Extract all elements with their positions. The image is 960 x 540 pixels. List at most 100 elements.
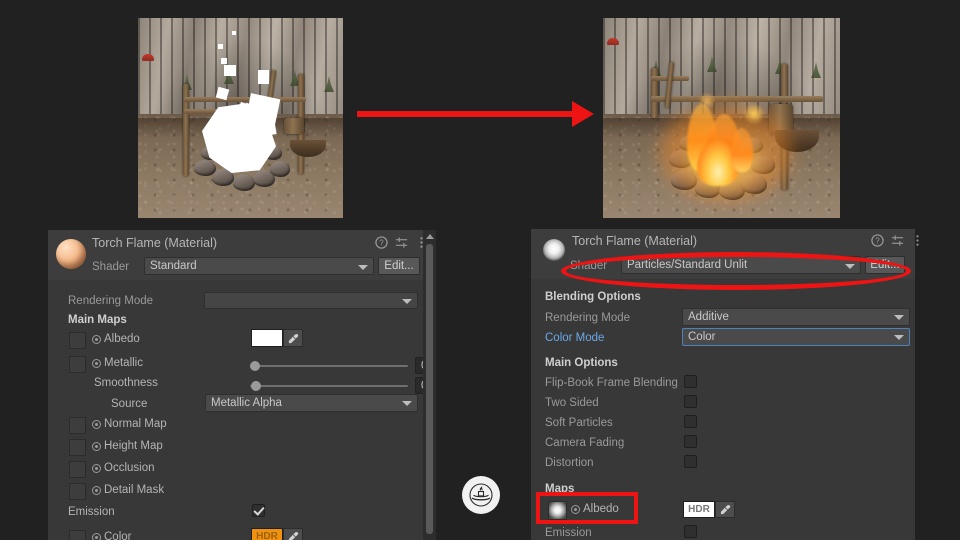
color-mode-value: Color	[688, 331, 716, 343]
after-screenshot	[603, 18, 840, 218]
flame-spark	[743, 104, 765, 124]
red-arrow-line	[357, 111, 575, 117]
wood-prop	[284, 118, 304, 134]
chevron-down-icon	[402, 401, 412, 406]
svg-text:?: ?	[379, 239, 384, 248]
chevron-down-icon	[402, 299, 412, 304]
color-mode-label: Color Mode	[545, 332, 605, 344]
campfire-bowl-icon	[469, 483, 493, 507]
left-shader-value: Standard	[150, 260, 197, 272]
metallic-radio-icon[interactable]	[92, 359, 101, 368]
smoothness-slider-knob[interactable]	[251, 381, 261, 391]
eyedropper-icon	[288, 333, 298, 343]
albedo-color-swatch[interactable]	[251, 329, 283, 347]
detail-mask-label: Detail Mask	[104, 484, 165, 496]
height-map-label: Height Map	[104, 440, 163, 452]
occlusion-label: Occlusion	[104, 462, 155, 474]
camera-fading-checkbox[interactable]	[684, 435, 697, 448]
emission-checkbox[interactable]	[252, 504, 265, 517]
flip-book-frame-blending-checkbox[interactable]	[684, 375, 697, 388]
soft-particles-checkbox[interactable]	[684, 415, 697, 428]
chevron-down-icon	[358, 265, 368, 270]
two-sided-checkbox[interactable]	[684, 395, 697, 408]
normal-map-radio-icon[interactable]	[92, 420, 101, 429]
scroll-up-arrow-icon[interactable]	[426, 234, 434, 239]
right-albedo-hdr-swatch[interactable]: HDR	[683, 501, 715, 518]
more-menu-icon[interactable]	[911, 234, 924, 247]
emission-color-label: Color	[104, 531, 132, 540]
emission-eyedropper-button[interactable]	[283, 528, 303, 540]
height-map-texture-slot[interactable]	[69, 439, 86, 456]
soft-particles-label: Soft Particles	[545, 417, 613, 429]
eyedropper-icon	[288, 532, 298, 540]
distortion-label: Distortion	[545, 457, 594, 469]
chevron-down-icon	[894, 335, 904, 340]
two-sided-label: Two Sided	[545, 397, 599, 409]
normal-map-texture-slot[interactable]	[69, 417, 86, 434]
emission-color-texture-slot[interactable]	[69, 530, 86, 540]
right-panel-header-icons: ?	[871, 234, 924, 247]
emission-color-radio-icon[interactable]	[92, 533, 101, 540]
right-emission-label: Emission	[545, 527, 592, 539]
distortion-checkbox[interactable]	[684, 455, 697, 468]
right-material-title: Torch Flame (Material)	[572, 234, 698, 248]
campfire-badge	[462, 476, 500, 514]
help-icon[interactable]: ?	[871, 234, 884, 247]
emission-label: Emission	[68, 506, 115, 518]
wood-rail	[651, 96, 823, 102]
help-icon[interactable]: ?	[375, 236, 388, 249]
camera-fading-label: Camera Fading	[545, 437, 625, 449]
rendering-mode-label: Rendering Mode	[68, 295, 154, 307]
height-map-radio-icon[interactable]	[92, 442, 101, 451]
main-options-header: Main Options	[545, 357, 618, 369]
left-shader-label: Shader	[92, 261, 130, 273]
right-albedo-eyedropper-button[interactable]	[715, 501, 735, 518]
main-maps-header: Main Maps	[68, 314, 127, 326]
white-particle-quad	[254, 127, 264, 135]
right-rendering-mode-dropdown[interactable]: Additive	[682, 308, 910, 326]
white-particle-quad	[224, 65, 236, 76]
albedo-radio-icon[interactable]	[92, 335, 101, 344]
metallic-label: Metallic	[104, 357, 143, 369]
right-rendering-mode-label: Rendering Mode	[545, 312, 631, 324]
occlusion-radio-icon[interactable]	[92, 464, 101, 473]
material-sphere-preview	[56, 239, 86, 269]
emission-hdr-swatch[interactable]: HDR	[251, 528, 283, 540]
eyedropper-icon	[720, 505, 730, 515]
left-edit-button[interactable]: Edit...	[378, 257, 420, 275]
shader-row-highlight	[561, 252, 911, 290]
albedo-label: Albedo	[104, 333, 140, 345]
metallic-texture-slot[interactable]	[69, 356, 86, 373]
albedo-eyedropper-button[interactable]	[283, 329, 303, 347]
wood-rail	[184, 97, 306, 102]
white-particle-quad	[232, 31, 236, 35]
preset-icon[interactable]	[891, 234, 904, 247]
color-mode-dropdown[interactable]: Color	[682, 328, 910, 346]
metallic-slider-track[interactable]	[250, 365, 408, 367]
source-label: Source	[111, 398, 148, 410]
left-panel-header-icons: ?	[375, 236, 428, 249]
detail-mask-radio-icon[interactable]	[92, 486, 101, 495]
left-shader-dropdown[interactable]: Standard	[144, 257, 374, 275]
source-dropdown[interactable]: Metallic Alpha	[205, 394, 418, 412]
rendering-mode-dropdown[interactable]	[204, 292, 418, 309]
right-emission-checkbox[interactable]	[684, 525, 697, 538]
detail-mask-texture-slot[interactable]	[69, 483, 86, 500]
before-screenshot	[138, 18, 343, 218]
left-panel-scroll-thumb[interactable]	[426, 244, 433, 534]
smoothness-slider-track[interactable]	[250, 385, 408, 387]
normal-map-label: Normal Map	[104, 418, 167, 430]
left-material-inspector: Torch Flame (Material) ? Shader Standard…	[48, 230, 436, 540]
svg-text:?: ?	[875, 237, 880, 246]
white-particle-quad	[221, 58, 227, 64]
white-particle-quad	[258, 70, 269, 84]
metallic-slider-knob[interactable]	[250, 361, 260, 371]
right-rendering-mode-value: Additive	[688, 311, 729, 323]
mushroom-prop	[142, 54, 154, 61]
albedo-texture-slot[interactable]	[69, 332, 86, 349]
preset-icon[interactable]	[395, 236, 408, 249]
occlusion-texture-slot[interactable]	[69, 461, 86, 478]
white-particle-quad	[218, 44, 223, 49]
red-arrow-head	[572, 101, 594, 127]
source-value: Metallic Alpha	[211, 397, 282, 409]
